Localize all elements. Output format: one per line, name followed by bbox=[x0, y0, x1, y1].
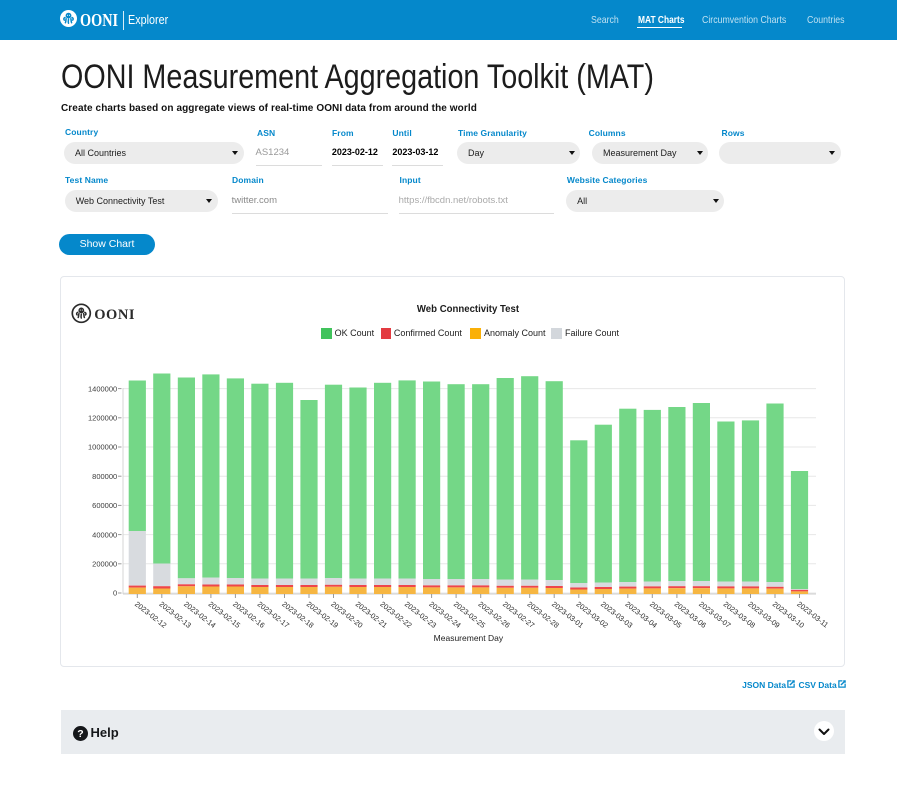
svg-text:?: ? bbox=[77, 728, 83, 740]
svg-text:1200000: 1200000 bbox=[88, 414, 117, 423]
svg-text:600000: 600000 bbox=[92, 501, 117, 510]
svg-text:1000000: 1000000 bbox=[88, 443, 117, 452]
svg-text:Measurement Day: Measurement Day bbox=[434, 633, 504, 643]
svg-text:0: 0 bbox=[113, 589, 117, 598]
svg-text:200000: 200000 bbox=[92, 560, 117, 569]
svg-text:800000: 800000 bbox=[92, 472, 117, 481]
svg-text:1400000: 1400000 bbox=[88, 384, 117, 393]
svg-text:400000: 400000 bbox=[92, 530, 117, 539]
